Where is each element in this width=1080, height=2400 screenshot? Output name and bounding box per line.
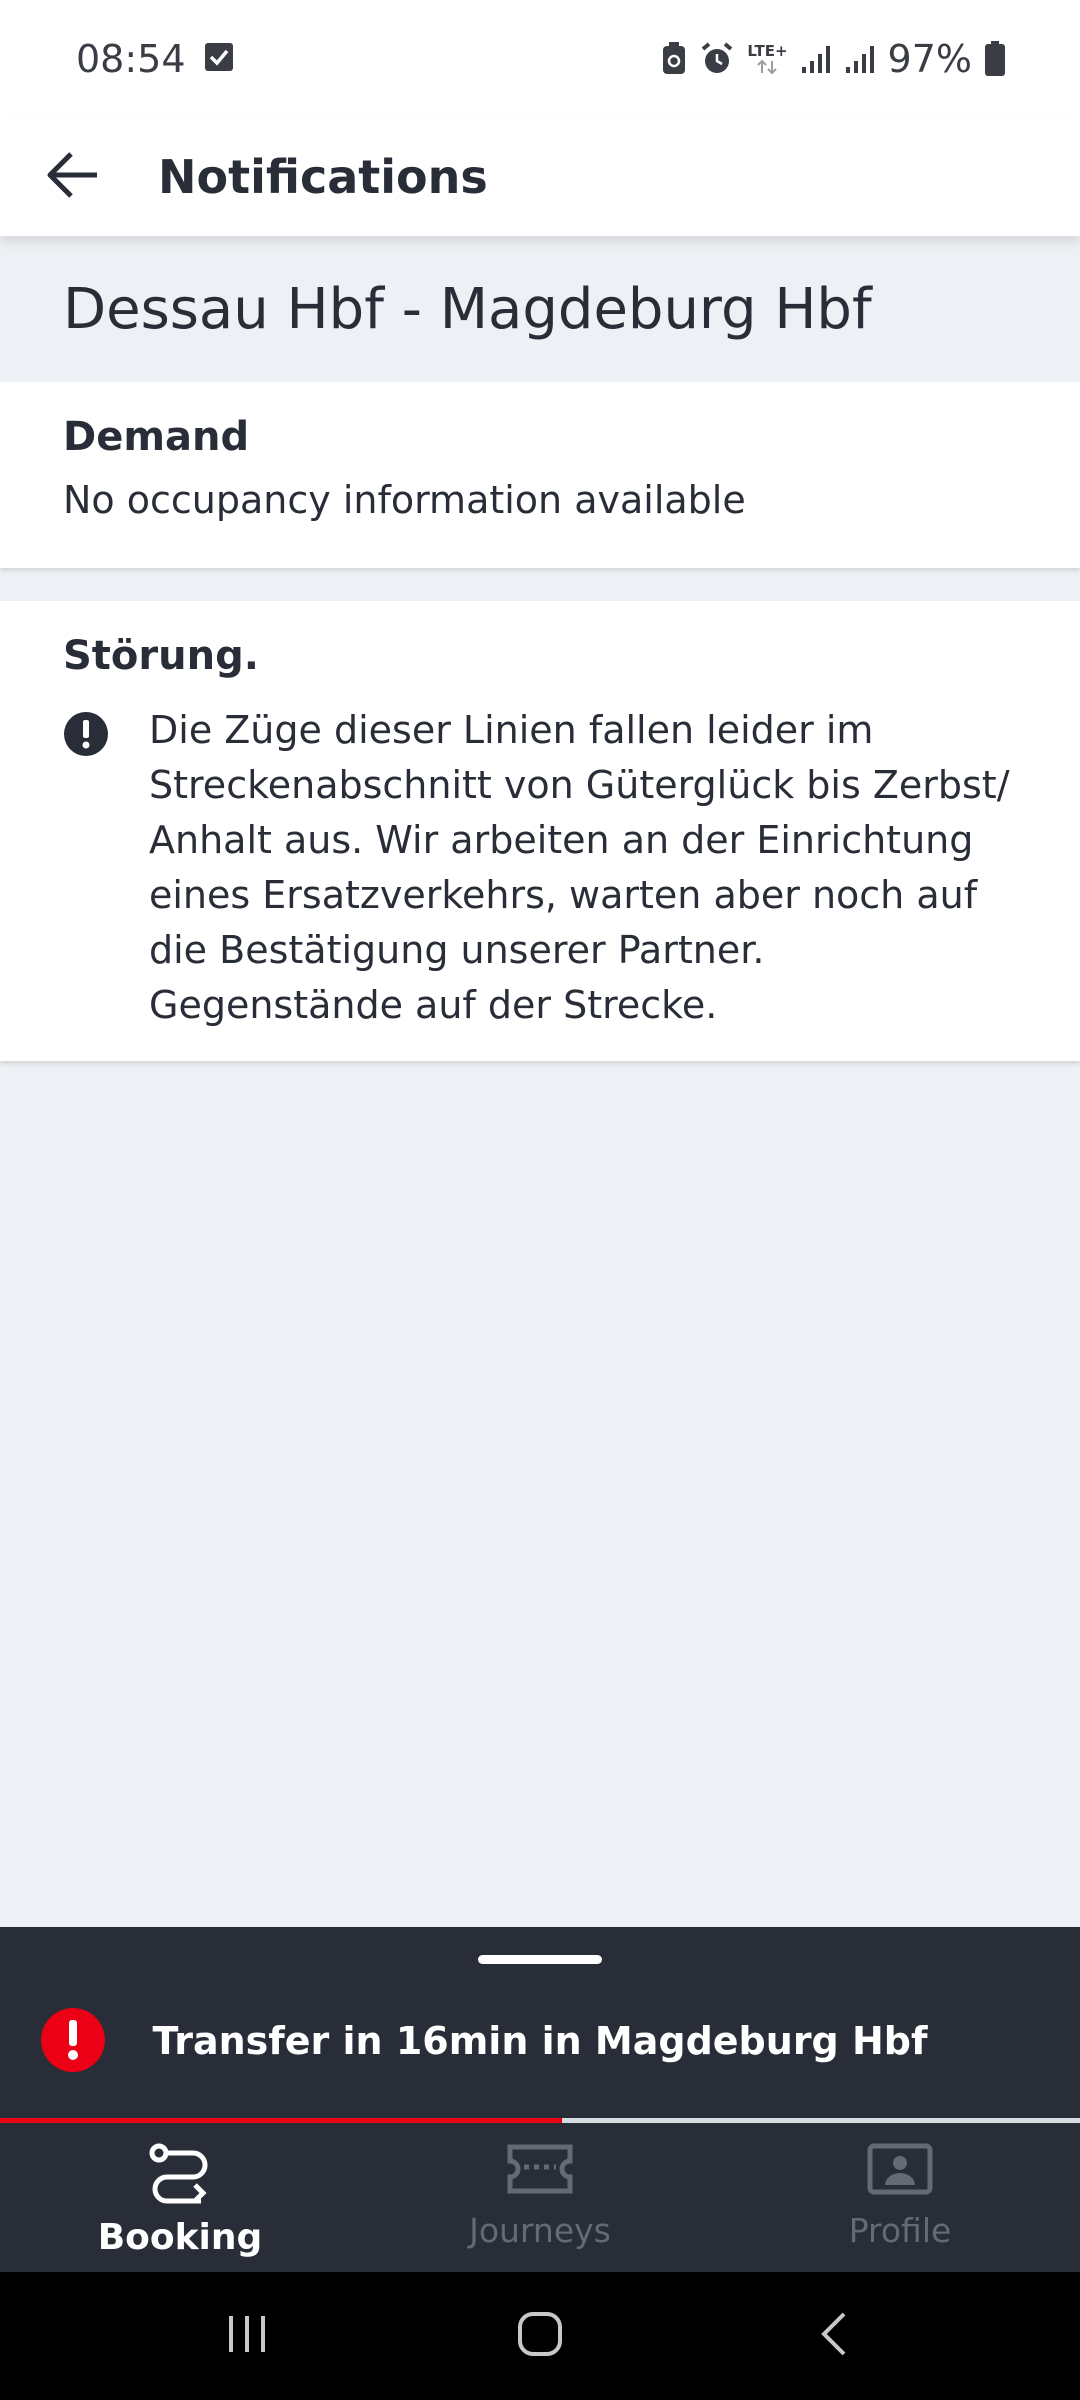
recent-apps-icon (225, 2314, 269, 2358)
battery-percent: 97% (887, 37, 972, 81)
arrow-left-icon (45, 150, 101, 204)
drag-handle[interactable] (478, 1955, 602, 1964)
signal-icon (800, 43, 832, 75)
profile-card-icon (867, 2143, 933, 2199)
route-title: Dessau Hbf - Magdeburg Hbf (0, 236, 1080, 382)
nav-label-profile: Profile (848, 2211, 952, 2250)
transfer-text: Transfer in 16min in Magdeburg Hbf (152, 2019, 928, 2063)
demand-card: Demand No occupancy information availabl… (0, 382, 1080, 568)
demand-heading: Demand (63, 414, 250, 460)
recent-apps-button[interactable] (187, 2286, 307, 2386)
battery-saver-icon (661, 42, 687, 76)
lte-icon: LTE+ (747, 41, 788, 75)
banner-row: Transfer in 16min in Magdeburg Hbf (0, 1995, 1080, 2087)
system-nav-bar (0, 2272, 1080, 2400)
demand-text: No occupancy information available (63, 478, 746, 522)
chevron-left-icon (818, 2311, 848, 2361)
home-button[interactable] (480, 2286, 600, 2386)
nav-item-journeys[interactable]: Journeys (360, 2125, 720, 2272)
ticket-icon (506, 2143, 574, 2199)
network-label: LTE+ (747, 41, 788, 60)
check-box-icon (204, 37, 234, 81)
alert-circle-icon (40, 2007, 106, 2077)
exclamation-circle-icon (63, 703, 149, 1033)
back-button[interactable] (0, 118, 146, 236)
page-title: Notifications (158, 150, 488, 204)
nav-label-journeys: Journeys (469, 2211, 611, 2250)
disruption-heading: Störung. (63, 633, 259, 679)
app-bar: Notifications (0, 118, 1080, 236)
signal-icon (844, 43, 876, 75)
home-icon (517, 2311, 563, 2361)
route-icon (145, 2143, 215, 2209)
status-bar: 08:54 LTE+ 97% (0, 0, 1080, 118)
nav-item-booking[interactable]: Booking (0, 2125, 360, 2272)
disruption-card: Störung. Die Züge dieser Linien fallen l… (0, 601, 1080, 1061)
transfer-progress-fill (0, 2118, 562, 2123)
transfer-banner[interactable]: Transfer in 16min in Magdeburg Hbf (0, 1927, 1080, 2125)
nav-label-booking: Booking (97, 2217, 263, 2258)
status-time: 08:54 (76, 37, 186, 81)
back-nav-button[interactable] (773, 2286, 893, 2386)
bottom-nav: Booking Journeys Profile (0, 2125, 1080, 2272)
battery-icon (984, 41, 1006, 77)
disruption-text: Die Züge dieser Linien fallen leider im … (149, 708, 1010, 1027)
nav-item-profile[interactable]: Profile (720, 2125, 1080, 2272)
transfer-progress (0, 2118, 1080, 2123)
alarm-icon (699, 41, 735, 77)
